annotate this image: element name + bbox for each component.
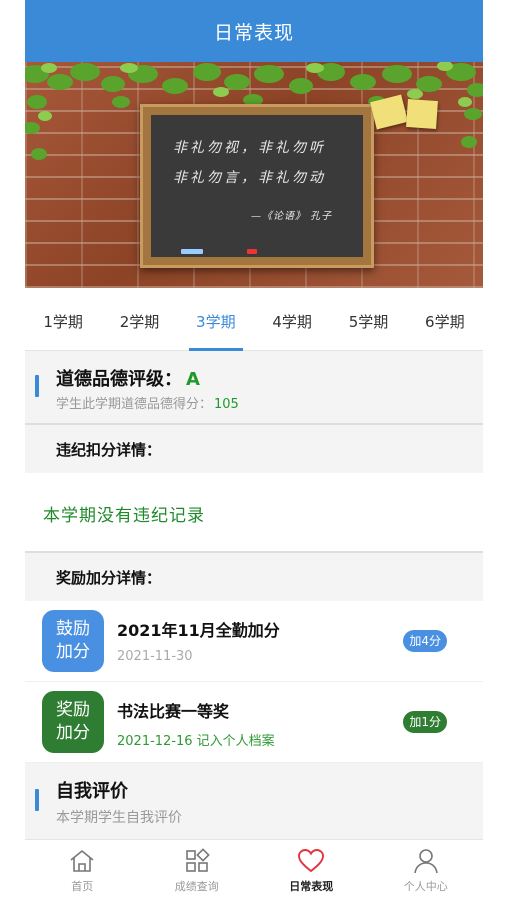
reward-date: 2021-12-16 记入个人档案 [117, 734, 275, 749]
moral-score-value: 105 [214, 397, 239, 412]
reward-type-badge: 奖励 加分 [42, 691, 104, 753]
moral-rating-title: 道德品德评级： A [56, 365, 200, 391]
moral-score-label: 学生此学期道德品德得分： [56, 397, 213, 412]
nav-home[interactable]: 首页 [25, 840, 140, 900]
nav-grades-label: 成绩查询 [174, 880, 219, 893]
grid-icon [185, 848, 210, 872]
section-accent-bar [35, 789, 39, 811]
self-evaluation-section: 自我评价 本学期学生自我评价 [25, 763, 483, 841]
reward-badge-line2: 加分 [56, 723, 90, 743]
reward-badge-line1: 鼓励 [56, 619, 90, 639]
tab-semester-1[interactable]: 1学期 [25, 288, 101, 350]
board-line-2: 非礼勿言，非礼勿动 [173, 170, 326, 186]
reward-badge-line2: 加分 [56, 642, 90, 662]
board-line-1: 非礼勿视，非礼勿听 [173, 140, 326, 156]
points-badge: 加4分 [403, 630, 447, 652]
tab-semester-5[interactable]: 5学期 [330, 288, 406, 350]
bottom-nav: 首页 成绩查询 日常表现 个人中心 [25, 839, 483, 900]
section-accent-bar [35, 375, 39, 397]
moral-rating-label: 道德品德评级： [56, 369, 182, 390]
person-icon [413, 849, 438, 874]
heart-icon [298, 849, 325, 873]
tab-semester-6[interactable]: 6学期 [407, 288, 483, 350]
banner-image: 非礼勿视，非礼勿听 非礼勿言，非礼勿动 —《论语》 孔子 [25, 62, 483, 288]
reward-date: 2021-11-30 [117, 649, 193, 664]
nav-grades[interactable]: 成绩查询 [140, 840, 255, 900]
points-badge: 加1分 [403, 711, 447, 733]
sticky-note [406, 98, 438, 130]
app-screen: 日常表现 非礼勿视，非礼勿听 非礼勿言，非礼勿动 —《论语》 孔子 1学期 2学… [25, 0, 483, 900]
nav-daily-performance[interactable]: 日常表现 [254, 840, 369, 900]
chalk-blue [181, 249, 203, 254]
nav-home-label: 首页 [71, 880, 94, 893]
reward-badge-line1: 奖励 [56, 700, 90, 720]
chalkboard: 非礼勿视，非礼勿听 非礼勿言，非礼勿动 —《论语》 孔子 [140, 104, 374, 268]
home-icon [70, 849, 94, 872]
semester-tabs: 1学期 2学期 3学期 4学期 5学期 6学期 [25, 288, 483, 351]
reward-type-badge: 鼓励 加分 [42, 610, 104, 672]
moral-score-line: 学生此学期道德品德得分： 105 [56, 393, 239, 412]
moral-rating-section: 道德品德评级： A 学生此学期道德品德得分： 105 [25, 351, 483, 423]
violations-empty-text: 本学期没有违纪记录 [43, 506, 205, 526]
nav-daily-label: 日常表现 [289, 880, 334, 893]
page-title: 日常表现 [213, 21, 294, 44]
violations-heading: 违纪扣分详情： [56, 441, 162, 459]
reward-title: 书法比赛一等奖 [117, 702, 230, 721]
self-evaluation-subtitle: 本学期学生自我评价 [56, 810, 182, 826]
rewards-heading: 奖励加分详情： [56, 569, 162, 587]
tab-semester-4[interactable]: 4学期 [254, 288, 330, 350]
chalk-red [247, 249, 257, 254]
rewards-heading-row: 奖励加分详情： [25, 553, 483, 601]
reward-item[interactable]: 鼓励 加分 2021年11月全勤加分 2021-11-30 加4分 [25, 601, 483, 682]
tab-semester-2[interactable]: 2学期 [101, 288, 177, 350]
violations-heading-row: 违纪扣分详情： [25, 425, 483, 473]
violations-empty: 本学期没有违纪记录 [25, 473, 483, 551]
moral-grade: A [186, 369, 200, 390]
nav-profile[interactable]: 个人中心 [369, 840, 484, 900]
self-evaluation-title: 自我评价 [56, 781, 128, 802]
reward-title: 2021年11月全勤加分 [117, 621, 280, 640]
tab-semester-3[interactable]: 3学期 [178, 288, 254, 351]
nav-profile-label: 个人中心 [403, 880, 448, 893]
reward-item[interactable]: 奖励 加分 书法比赛一等奖 2021-12-16 记入个人档案 加1分 [25, 682, 483, 763]
page-header: 日常表现 [25, 0, 483, 62]
board-signature: —《论语》 孔子 [251, 211, 333, 222]
